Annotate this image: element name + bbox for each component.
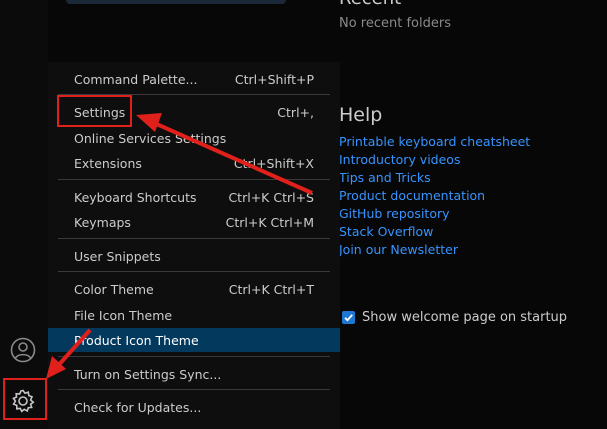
- menu-item-shortcut: Ctrl+K Ctrl+M: [225, 215, 314, 230]
- menu-item-check-updates[interactable]: Check for Updates...: [48, 395, 340, 419]
- help-link-tips[interactable]: Tips and Tricks: [339, 169, 530, 187]
- menu-item-shortcut: Ctrl+,: [277, 105, 314, 120]
- gear-highlight-box: [3, 378, 47, 420]
- recent-empty-text: No recent folders: [339, 16, 451, 31]
- account-icon[interactable]: [9, 336, 37, 364]
- menu-item-command-palette[interactable]: Command Palette... Ctrl+Shift+P: [48, 67, 340, 91]
- search-field[interactable]: [66, 0, 286, 4]
- menu-item-label: Command Palette...: [74, 72, 198, 87]
- menu-item-keymaps[interactable]: Keymaps Ctrl+K Ctrl+M: [48, 210, 340, 234]
- menu-separator: [58, 238, 330, 239]
- help-link-cheatsheet[interactable]: Printable keyboard cheatsheet: [339, 133, 530, 151]
- menu-item-file-icon-theme[interactable]: File Icon Theme: [48, 303, 340, 327]
- menu-item-extensions[interactable]: Extensions Ctrl+Shift+X: [48, 151, 340, 175]
- menu-item-label: Online Services Settings: [74, 131, 227, 146]
- help-link-newsletter[interactable]: Join our Newsletter: [339, 241, 530, 259]
- help-links: Printable keyboard cheatsheet Introducto…: [339, 133, 530, 259]
- startup-label: Show welcome page on startup: [362, 310, 568, 325]
- menu-separator: [58, 356, 330, 357]
- check-icon: [344, 314, 353, 322]
- startup-checkbox[interactable]: [342, 311, 355, 324]
- menu-item-shortcut: Ctrl+Shift+P: [234, 72, 314, 87]
- menu-item-shortcut: Ctrl+Shift+X: [233, 156, 314, 171]
- menu-item-label: User Snippets: [74, 249, 161, 264]
- startup-option: Show welcome page on startup: [342, 310, 567, 325]
- activity-bar: [0, 0, 48, 429]
- help-link-videos[interactable]: Introductory videos: [339, 151, 530, 169]
- menu-item-shortcut: Ctrl+K Ctrl+T: [228, 282, 314, 297]
- menu-item-user-snippets[interactable]: User Snippets: [48, 244, 340, 268]
- menu-item-label: Keymaps: [74, 215, 131, 230]
- menu-item-label: File Icon Theme: [74, 308, 173, 323]
- menu-item-product-icon-theme[interactable]: Product Icon Theme: [48, 328, 340, 352]
- help-heading: Help: [339, 104, 383, 126]
- menu-item-online-services[interactable]: Online Services Settings: [48, 126, 340, 150]
- menu-item-color-theme[interactable]: Color Theme Ctrl+K Ctrl+T: [48, 277, 340, 301]
- help-link-stackoverflow[interactable]: Stack Overflow: [339, 223, 530, 241]
- settings-highlight-box: [57, 95, 132, 127]
- menu-separator: [58, 271, 330, 272]
- menu-separator: [58, 389, 330, 390]
- menu-item-label: Check for Updates...: [74, 400, 202, 415]
- help-link-documentation[interactable]: Product documentation: [339, 187, 530, 205]
- menu-item-label: Product Icon Theme: [74, 333, 199, 348]
- menu-item-label: Keyboard Shortcuts: [74, 190, 197, 205]
- menu-separator: [58, 179, 330, 180]
- help-link-github[interactable]: GitHub repository: [339, 205, 530, 223]
- menu-item-label: Turn on Settings Sync...: [74, 367, 222, 382]
- menu-item-settings-sync[interactable]: Turn on Settings Sync...: [48, 362, 340, 386]
- menu-item-label: Color Theme: [74, 282, 154, 297]
- menu-item-keyboard-shortcuts[interactable]: Keyboard Shortcuts Ctrl+K Ctrl+S: [48, 185, 340, 209]
- recent-heading: Recent: [339, 0, 401, 9]
- menu-item-shortcut: Ctrl+K Ctrl+S: [228, 190, 314, 205]
- menu-item-label: Extensions: [74, 156, 142, 171]
